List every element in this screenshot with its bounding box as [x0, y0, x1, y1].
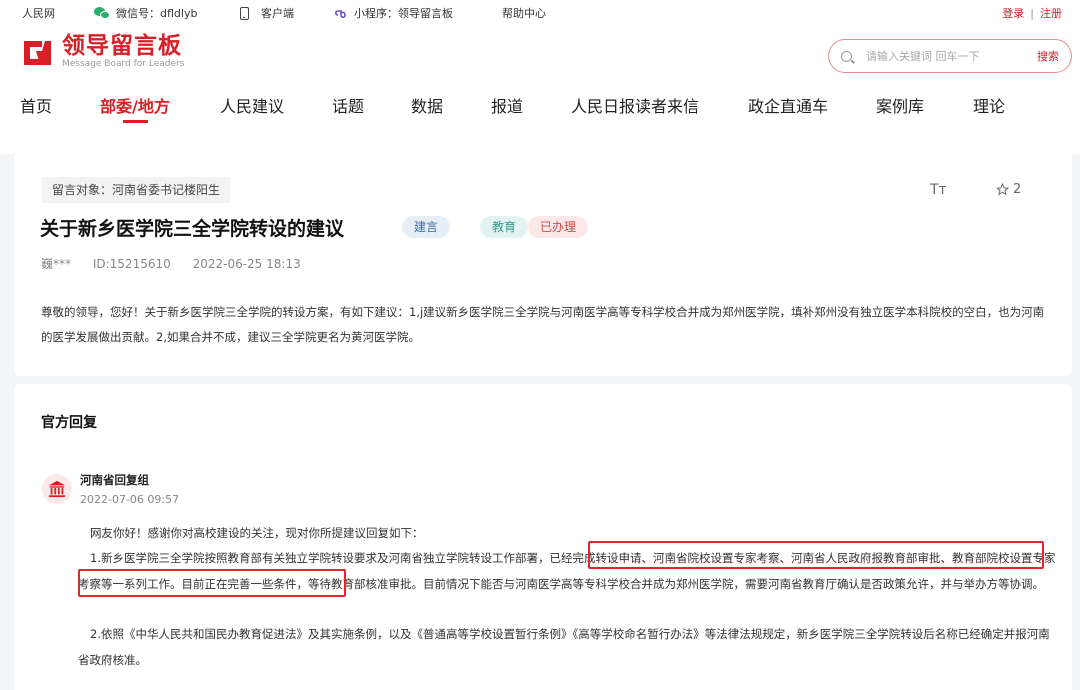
highlight-box-2	[78, 569, 346, 597]
nav-ministries-local[interactable]: 部委/地方	[100, 93, 170, 117]
site-link-label: 人民网	[22, 7, 55, 20]
wechat-icon	[94, 7, 110, 19]
reply-paragraph-2: 2.依照《中华人民共和国民办教育促进法》及其实施条例，以及《普通高等学校设置暂行…	[78, 627, 1050, 667]
nav-data[interactable]: 数据	[411, 93, 443, 117]
tag-status-handled: 已办理	[528, 216, 589, 238]
message-author: 巍***	[41, 257, 72, 271]
wechat-link[interactable]: 微信号：dfldlyb	[94, 5, 197, 21]
message-body: 尊敬的领导，您好！关于新乡医学院三全学院的转设方案，有如下建议：1,j建议新乡医…	[41, 305, 1045, 344]
search-input[interactable]	[866, 49, 1016, 63]
nav-enterprise-express[interactable]: 政企直通车	[748, 93, 828, 117]
logo-mark-icon	[24, 41, 51, 65]
main-nav: 首页 部委/地方 人民建议 话题 数据 报道 人民日报读者来信 政企直通车 案例…	[0, 90, 1080, 124]
nav-theory[interactable]: 理论	[973, 93, 1005, 117]
search-button[interactable]: 搜索	[1037, 48, 1059, 64]
message-target: 留言对象：河南省委书记楼阳生	[42, 177, 231, 203]
client-link[interactable]: 客户端	[240, 5, 294, 21]
reply-org: 河南省回复组	[80, 473, 149, 487]
reply-date: 2022-07-06 09:57	[80, 493, 180, 506]
nav-case-library[interactable]: 案例库	[876, 93, 924, 117]
miniprogram-label: 小程序：领导留言板	[354, 7, 453, 20]
nav-home[interactable]: 首页	[20, 93, 52, 117]
auth-separator: |	[1030, 7, 1034, 20]
top-bar: 人民网 微信号：dfldlyb 客户端 小程序：领导留言板 帮助中心 登录 | 注册	[0, 0, 1080, 24]
search-icon	[841, 50, 852, 62]
message-meta: 巍*** ID:15215610 2022-06-25 18:13	[41, 255, 319, 272]
search-box: 搜索	[828, 39, 1072, 73]
logo-name: 领导留言板	[62, 33, 182, 59]
logo[interactable]: 领导留言板 Message Board for Leaders	[20, 34, 184, 70]
tag-suggestion[interactable]: 建言	[402, 216, 451, 238]
reply-card: 官方回复 河南省回复组 2022-07-06 09:57 网友你好！感谢你对高校…	[14, 384, 1072, 690]
miniprogram-icon	[334, 10, 346, 19]
nav-people-suggestions[interactable]: 人民建议	[220, 93, 284, 117]
nav-active-underline	[123, 120, 148, 123]
miniprogram-link[interactable]: 小程序：领导留言板	[334, 5, 453, 21]
wechat-label: 微信号：dfldlyb	[116, 7, 198, 20]
message-card: 留言对象：河南省委书记楼阳生 Tт 2 关于新乡医学院三全学院转设的建议 建言 …	[14, 148, 1072, 376]
header: 领导留言板 Message Board for Leaders 搜索 首页 部委…	[0, 24, 1080, 154]
help-link[interactable]: 帮助中心	[502, 5, 546, 21]
star-count: 2	[1013, 182, 1022, 197]
site-link[interactable]: 人民网	[22, 5, 55, 21]
login-link[interactable]: 登录	[1002, 7, 1024, 20]
reply-heading: 官方回复	[41, 415, 97, 431]
tag-education[interactable]: 教育	[480, 216, 529, 238]
nav-reader-letters[interactable]: 人民日报读者来信	[571, 93, 699, 117]
auth-links: 登录 | 注册	[1002, 5, 1062, 21]
register-link[interactable]: 注册	[1040, 7, 1062, 20]
nav-reports[interactable]: 报道	[491, 93, 523, 117]
logo-subtitle: Message Board for Leaders	[62, 59, 185, 69]
message-id: ID:15215610	[92, 257, 171, 271]
highlight-box-1	[588, 541, 1044, 569]
help-label: 帮助中心	[502, 7, 546, 20]
message-date: 2022-06-25 18:13	[192, 257, 301, 271]
government-building-icon	[48, 480, 66, 498]
client-label: 客户端	[261, 7, 294, 20]
font-size-icon[interactable]: Tт	[930, 182, 947, 198]
nav-topics[interactable]: 话题	[332, 93, 364, 117]
message-title: 关于新乡医学院三全学院转设的建议	[40, 218, 345, 240]
phone-icon	[240, 6, 249, 20]
org-avatar	[42, 474, 72, 504]
favorite-button[interactable]: 2	[996, 182, 1021, 197]
star-icon	[996, 183, 1009, 196]
